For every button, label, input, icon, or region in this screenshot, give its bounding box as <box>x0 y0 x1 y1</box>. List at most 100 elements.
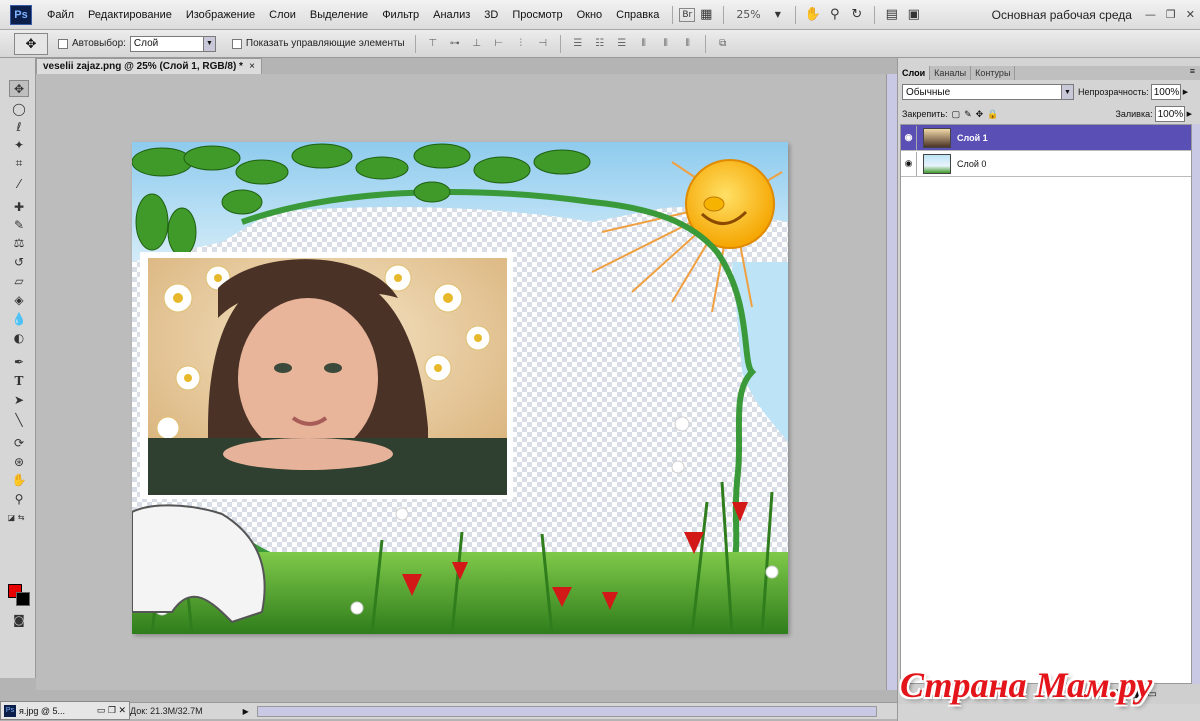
line-tool-icon[interactable]: ╲ <box>9 411 29 428</box>
vertical-scrollbar[interactable] <box>886 74 897 690</box>
menu-file[interactable]: Файл <box>40 9 81 21</box>
eyedropper-icon[interactable]: ⁄ <box>9 175 29 192</box>
dodge-tool-icon[interactable]: ◐ <box>9 329 29 346</box>
default-colors-icon[interactable]: ◪ ⇆ <box>6 509 26 526</box>
pen-tool-icon[interactable]: ✒ <box>9 353 29 370</box>
menu-select[interactable]: Выделение <box>303 9 375 21</box>
zoom-select[interactable]: 25% <box>730 8 766 21</box>
view-extras-icon[interactable]: ▦ <box>695 6 717 24</box>
opacity-arrow-icon[interactable]: ▶ <box>1183 88 1188 96</box>
3d-rotate-icon[interactable]: ⟳ <box>9 434 29 451</box>
photoshop-icon: Ps <box>4 704 16 717</box>
chevron-down-icon[interactable]: ▼ <box>1061 85 1073 99</box>
arrange-documents-icon[interactable]: ▤ <box>881 6 903 24</box>
crop-tool-icon[interactable]: ⌗ <box>9 155 29 172</box>
fill-arrow-icon[interactable]: ▶ <box>1187 110 1192 118</box>
layer-row[interactable]: ◉ Слой 1 <box>901 125 1191 151</box>
lasso-tool-icon[interactable]: ℓ <box>9 118 29 135</box>
distribute-vcenter-icon[interactable]: ☷ <box>592 37 608 51</box>
chevron-down-icon[interactable]: ▼ <box>202 36 215 51</box>
document-tab[interactable]: veselii zajaz.png @ 25% (Слой 1, RGB/8) … <box>36 58 262 74</box>
marquee-tool-icon[interactable]: ◯ <box>9 100 29 117</box>
layers-scrollbar[interactable] <box>1192 124 1200 684</box>
layer-row[interactable]: ◉ Слой 0 <box>901 151 1191 177</box>
menu-edit[interactable]: Редактирование <box>81 9 179 21</box>
auto-select-checkbox[interactable] <box>58 38 68 49</box>
lock-transparency-icon[interactable]: ▢ <box>952 109 961 120</box>
align-left-icon[interactable]: ⊢ <box>491 37 507 51</box>
minimize-icon[interactable]: — <box>1145 8 1156 21</box>
align-hcenter-icon[interactable]: ⫶ <box>513 37 529 51</box>
tab-paths[interactable]: Контуры <box>971 66 1016 80</box>
history-brush-icon[interactable]: ↺ <box>9 253 29 270</box>
zoom-tool-icon[interactable]: ⚲ <box>9 490 29 507</box>
bridge-icon[interactable]: Br <box>679 7 696 22</box>
move-tool-icon[interactable]: ✥ <box>9 80 29 97</box>
align-top-icon[interactable]: ⊤ <box>425 37 441 51</box>
chevron-down-icon[interactable]: ▼ <box>767 6 789 24</box>
menu-analysis[interactable]: Анализ <box>426 9 477 21</box>
stamp-tool-icon[interactable]: ⚖ <box>9 234 29 251</box>
zoom-tool-icon[interactable]: ⚲ <box>824 6 846 24</box>
restore-icon[interactable]: ❐ <box>1166 8 1176 21</box>
eye-icon[interactable]: ◉ <box>901 125 917 150</box>
minimized-window-controls[interactable]: ▭ ❐ ✕ <box>97 705 126 716</box>
lock-pixels-icon[interactable]: ✎ <box>964 109 972 120</box>
menu-help[interactable]: Справка <box>609 9 666 21</box>
document-size[interactable]: Док: 21.3M/32.7M <box>130 706 203 716</box>
workspace-select[interactable]: Основная рабочая среда <box>992 8 1132 22</box>
menu-filter[interactable]: Фильтр <box>375 9 426 21</box>
blend-mode-dropdown[interactable]: Обычные ▼ <box>902 84 1074 100</box>
photo-layer[interactable] <box>140 252 513 499</box>
opacity-field[interactable]: 100% <box>1150 84 1181 100</box>
document-image[interactable] <box>132 142 788 634</box>
eraser-tool-icon[interactable]: ▱ <box>9 272 29 289</box>
type-tool-icon[interactable]: T <box>9 372 29 389</box>
auto-select-dropdown[interactable]: Слой ▼ <box>129 35 216 52</box>
panel-menu-icon[interactable]: ≡ <box>1190 66 1195 80</box>
lock-all-icon[interactable]: 🔒 <box>987 109 998 120</box>
menu-view[interactable]: Просмотр <box>505 9 569 21</box>
healing-brush-icon[interactable]: ✚ <box>9 198 29 215</box>
brush-tool-icon[interactable]: ✎ <box>9 216 29 233</box>
hand-tool-icon[interactable]: ✋ <box>9 471 29 488</box>
menu-3d[interactable]: 3D <box>477 9 505 21</box>
options-bar: ✥ Автовыбор: Слой ▼ Показать управляющие… <box>0 30 1200 58</box>
distribute-right-icon[interactable]: ⦀ <box>680 37 696 51</box>
tab-layers[interactable]: Слои <box>898 66 931 80</box>
quick-mask-icon[interactable]: ◙ <box>9 611 29 628</box>
screen-mode-icon[interactable]: ▣ <box>903 6 925 24</box>
magic-wand-icon[interactable]: ✦ <box>9 136 29 153</box>
move-tool-preset-icon[interactable]: ✥ <box>14 32 48 55</box>
blur-tool-icon[interactable]: 💧 <box>9 310 29 327</box>
distribute-left-icon[interactable]: ⦀ <box>636 37 652 51</box>
3d-orbit-icon[interactable]: ⊛ <box>9 453 29 470</box>
minimized-document[interactable]: Ps я.jpg @ 5... ▭ ❐ ✕ <box>0 701 130 720</box>
tab-channels[interactable]: Каналы <box>930 66 972 80</box>
path-select-icon[interactable]: ➤ <box>9 391 29 408</box>
layer-name[interactable]: Слой 0 <box>957 159 986 169</box>
menu-layers[interactable]: Слои <box>262 9 303 21</box>
status-menu-arrow[interactable]: ▶ <box>243 707 249 716</box>
menu-image[interactable]: Изображение <box>179 9 262 21</box>
distribute-bottom-icon[interactable]: ☰ <box>614 37 630 51</box>
lock-position-icon[interactable]: ✥ <box>976 109 984 120</box>
distribute-hcenter-icon[interactable]: ⦀ <box>658 37 674 51</box>
bucket-tool-icon[interactable]: ◈ <box>9 291 29 308</box>
rotate-view-icon[interactable]: ↻ <box>846 6 868 24</box>
hand-tool-icon[interactable]: ✋ <box>802 6 824 24</box>
menu-window[interactable]: Окно <box>570 9 610 21</box>
close-icon[interactable]: × <box>249 61 255 72</box>
distribute-top-icon[interactable]: ☰ <box>570 37 586 51</box>
layer-name[interactable]: Слой 1 <box>957 133 988 143</box>
close-icon[interactable]: ✕ <box>1186 8 1195 21</box>
background-color-swatch[interactable] <box>16 592 30 606</box>
fill-field[interactable]: 100% <box>1154 106 1185 122</box>
show-transform-checkbox[interactable] <box>231 38 242 49</box>
align-vcenter-icon[interactable]: ⊶ <box>447 37 463 51</box>
auto-align-icon[interactable]: ⧉ <box>715 37 731 51</box>
horizontal-scrollbar[interactable] <box>256 705 877 717</box>
align-right-icon[interactable]: ⊣ <box>535 37 551 51</box>
eye-icon[interactable]: ◉ <box>901 151 917 176</box>
align-bottom-icon[interactable]: ⊥ <box>469 37 485 51</box>
